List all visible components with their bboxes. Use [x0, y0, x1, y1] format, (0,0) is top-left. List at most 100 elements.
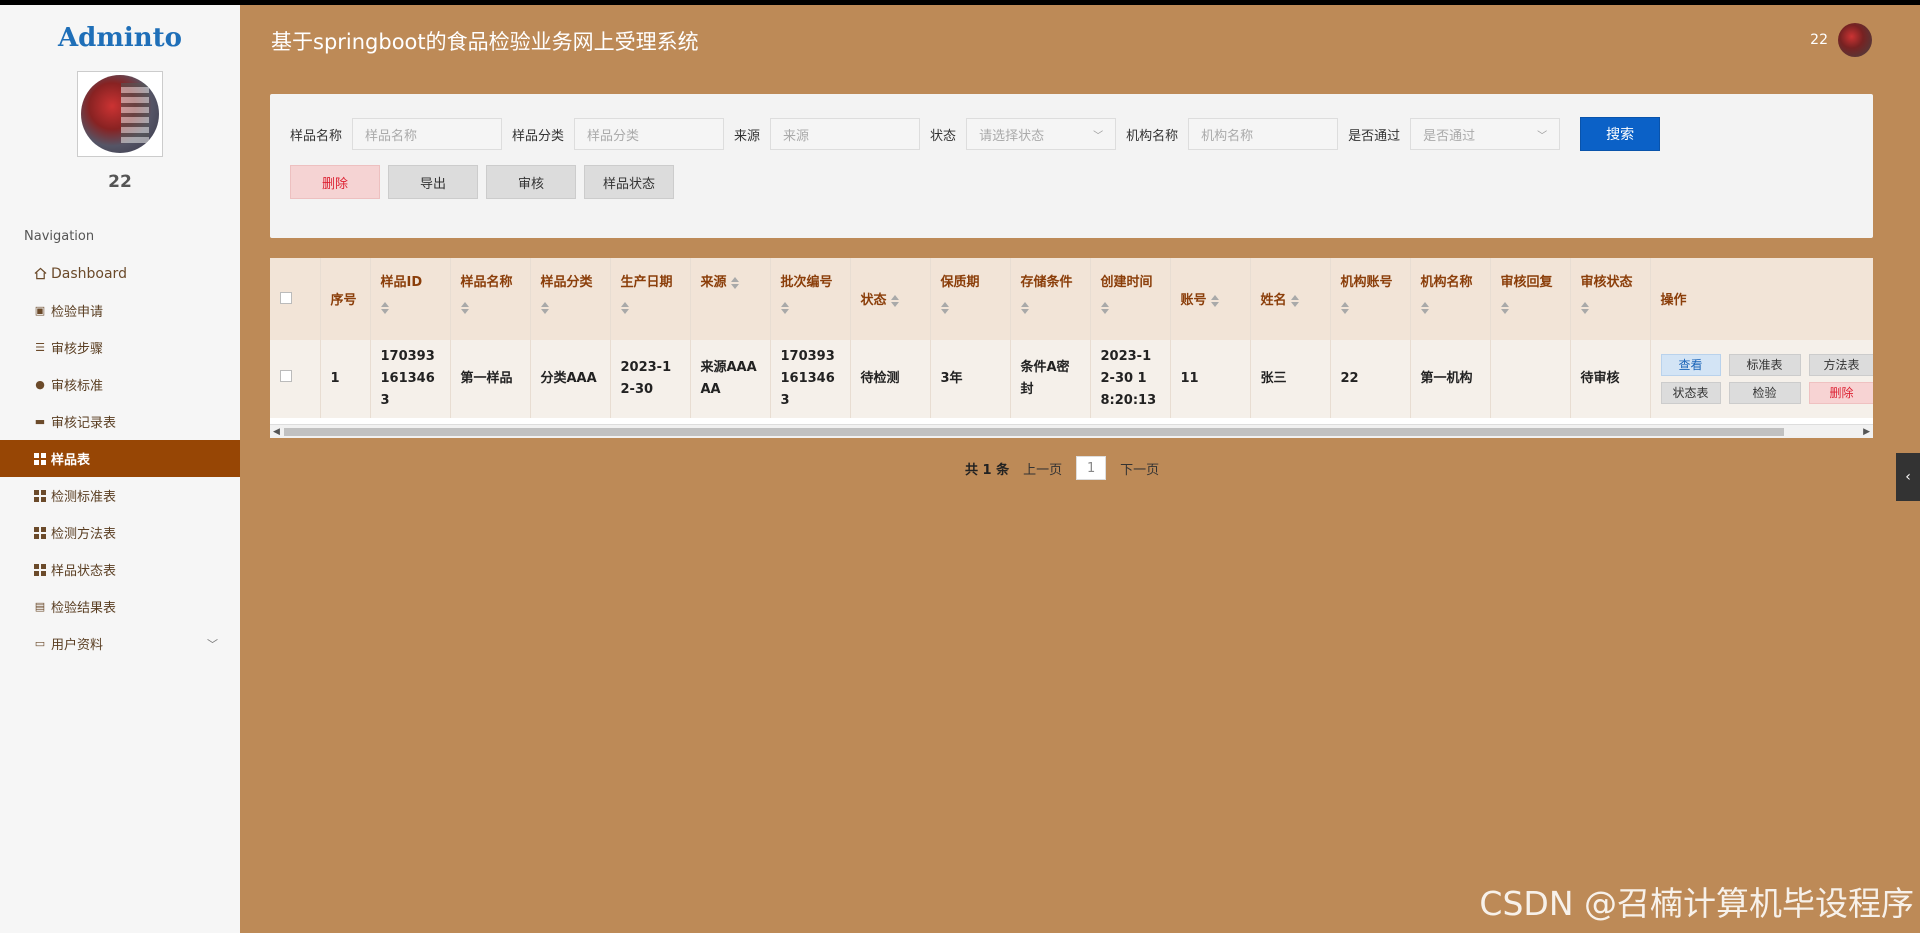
sort-icon[interactable]: [1291, 295, 1299, 307]
sort-icon[interactable]: [1101, 302, 1109, 314]
col-header-batch-no[interactable]: 批次编号: [770, 258, 851, 340]
horizontal-scrollbar[interactable]: ◀ ▶: [270, 424, 1873, 438]
list-icon: ☰: [35, 341, 45, 354]
scroll-right-icon[interactable]: ▶: [1863, 425, 1870, 438]
scroll-thumb[interactable]: [284, 428, 1784, 436]
sort-icon[interactable]: [541, 302, 549, 314]
prev-page-link[interactable]: 上一页: [1023, 459, 1062, 478]
next-page-link[interactable]: 下一页: [1120, 459, 1159, 478]
table-row[interactable]: 1 1703931613463 第一样品 分类AAA 2023-12-30 来源…: [270, 340, 1873, 418]
col-header-audit-status[interactable]: 审核状态: [1570, 258, 1651, 340]
sidebar-item-test-standards[interactable]: 检测标准表: [0, 477, 240, 514]
category-input[interactable]: 样品分类: [574, 118, 725, 150]
search-label-status: 状态: [930, 128, 957, 144]
col-header-org-name[interactable]: 机构名称: [1410, 258, 1491, 340]
col-header-production-date[interactable]: 生产日期: [610, 258, 691, 340]
row-select-cell: [270, 340, 321, 418]
org-name-input[interactable]: 机构名称: [1188, 118, 1339, 150]
col-header-name[interactable]: 姓名: [1250, 258, 1331, 340]
top-user-menu[interactable]: 22: [1810, 23, 1872, 57]
row-delete-button[interactable]: 删除: [1808, 382, 1873, 404]
sort-icon[interactable]: [781, 302, 789, 314]
standard-button[interactable]: 标准表: [1728, 354, 1801, 376]
status-placeholder: 请选择状态: [979, 128, 1045, 144]
watermark: CSDN @召楠计算机毕设程序: [1479, 884, 1914, 923]
sort-icon[interactable]: [731, 277, 739, 289]
col-header-org-account[interactable]: 机构账号: [1330, 258, 1411, 340]
select-all-cell: [270, 258, 321, 340]
col-header-sample-id[interactable]: 样品ID: [370, 258, 451, 340]
sidebar-item-results[interactable]: ▤ 检验结果表: [0, 588, 240, 625]
sidebar-item-sample-status[interactable]: 样品状态表: [0, 551, 240, 588]
sample-name-input[interactable]: 样品名称: [352, 118, 503, 150]
search-label-org-name: 机构名称: [1126, 128, 1179, 144]
inspect-button[interactable]: 检验: [1728, 382, 1801, 404]
source-input[interactable]: 来源: [770, 118, 921, 150]
cell-account: 11: [1170, 340, 1251, 418]
col-header-account[interactable]: 账号: [1170, 258, 1251, 340]
cell-created-at: 2023-12-30 18:20:13: [1090, 340, 1171, 418]
col-header-status[interactable]: 状态: [850, 258, 931, 340]
export-button[interactable]: 导出: [388, 165, 478, 199]
search-row: 样品名称 样品名称 样品分类 样品分类 来源 来源 状态 请选择状态 ﹀ 机构名称…: [290, 117, 1661, 151]
sort-icon[interactable]: [1211, 295, 1219, 307]
sidebar-item-inspection-apply[interactable]: ▣ 检验申请: [0, 292, 240, 329]
search-label-passed: 是否通过: [1348, 128, 1401, 144]
row-checkbox[interactable]: [280, 369, 292, 382]
sidebar-item-samples[interactable]: 样品表: [0, 440, 240, 477]
row-ops: 查看 标准表 方法表 状态表 检验 删除: [1660, 354, 1873, 404]
scroll-left-icon[interactable]: ◀: [273, 425, 280, 438]
col-header-sample-name[interactable]: 样品名称: [450, 258, 531, 340]
cell-batch-no: 1703931613463: [770, 340, 851, 418]
sort-icon[interactable]: [621, 302, 629, 314]
sidebar-item-label: 审核标准: [51, 379, 104, 394]
sidebar-item-dashboard[interactable]: Dashboard: [0, 255, 240, 292]
delete-button[interactable]: 删除: [290, 165, 380, 199]
sidebar-item-test-methods[interactable]: 检测方法表: [0, 514, 240, 551]
search-button[interactable]: 搜索: [1580, 117, 1661, 151]
sort-icon[interactable]: [941, 302, 949, 314]
sidebar-item-label: 检测方法表: [51, 527, 117, 542]
col-header-label: 审核回复: [1500, 275, 1553, 290]
sidebar: Adminto 22 Navigation Dashboard ▣ 检验申请 ☰…: [0, 5, 240, 933]
sort-icon[interactable]: [1421, 302, 1429, 314]
form-icon: ▭: [34, 637, 46, 650]
method-button[interactable]: 方法表: [1808, 354, 1873, 376]
sort-icon[interactable]: [461, 302, 469, 314]
top-avatar[interactable]: [1838, 23, 1872, 57]
col-header-storage[interactable]: 存储条件: [1010, 258, 1091, 340]
sidebar-item-audit-standard[interactable]: ● 审核标准: [0, 366, 240, 403]
sample-status-button[interactable]: 样品状态: [584, 165, 674, 199]
sidebar-item-audit-records[interactable]: ▬ 审核记录表: [0, 403, 240, 440]
select-all-checkbox[interactable]: [280, 292, 292, 304]
collapse-panel-tab[interactable]: ‹: [1896, 453, 1920, 501]
sidebar-item-user-profile[interactable]: ▭ 用户资料 ﹀: [0, 625, 240, 662]
col-header-audit-reply[interactable]: 审核回复: [1490, 258, 1571, 340]
sort-icon[interactable]: [1341, 302, 1349, 314]
sidebar-item-audit-steps[interactable]: ☰ 审核步骤: [0, 329, 240, 366]
status-table-button[interactable]: 状态表: [1660, 382, 1721, 404]
sidebar-item-label: 检验申请: [51, 305, 104, 320]
view-button[interactable]: 查看: [1660, 354, 1721, 376]
cell-sample-id: 1703931613463: [370, 340, 451, 418]
sort-icon[interactable]: [1021, 302, 1029, 314]
col-header-category[interactable]: 样品分类: [530, 258, 611, 340]
logo[interactable]: Adminto: [0, 23, 240, 53]
col-header-label: 状态: [860, 293, 887, 308]
passed-select[interactable]: 是否通过 ﹀: [1410, 118, 1561, 150]
avatar[interactable]: [77, 71, 163, 157]
sort-icon[interactable]: [1501, 302, 1509, 314]
col-header-label: 存储条件: [1020, 275, 1073, 290]
col-header-source[interactable]: 来源: [690, 258, 771, 340]
action-row: 删除 导出 审核 样品状态: [290, 165, 674, 199]
audit-button[interactable]: 审核: [486, 165, 576, 199]
sort-icon[interactable]: [891, 295, 899, 307]
col-header-created-at[interactable]: 创建时间: [1090, 258, 1171, 340]
col-header-shelf-life[interactable]: 保质期: [930, 258, 1011, 340]
sort-icon[interactable]: [1581, 302, 1589, 314]
status-select[interactable]: 请选择状态 ﹀: [966, 118, 1117, 150]
col-header-label: 生产日期: [620, 275, 673, 290]
sort-icon[interactable]: [381, 302, 389, 314]
pagination-total: 共 1 条: [965, 462, 1010, 478]
page-number-button[interactable]: 1: [1076, 456, 1107, 480]
